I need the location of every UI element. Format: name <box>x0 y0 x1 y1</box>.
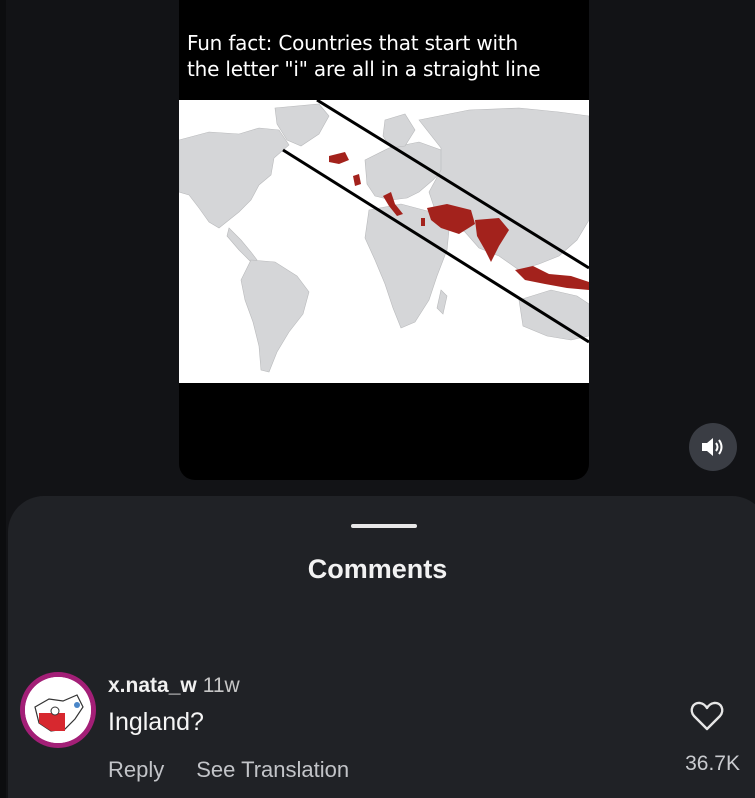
world-map-image <box>178 98 590 383</box>
comment-header: x.nata_w 11w <box>108 674 240 698</box>
comments-sheet: Comments <box>8 496 755 798</box>
avatar-image <box>25 677 91 743</box>
reply-button[interactable]: Reply <box>108 757 164 782</box>
sheet-drag-handle[interactable] <box>351 524 417 528</box>
comment-username[interactable]: x.nata_w <box>108 674 197 697</box>
video-post[interactable]: Fun fact: Countries that start with the … <box>178 0 590 480</box>
screen: Fun fact: Countries that start with the … <box>0 0 755 798</box>
speaker-icon <box>702 438 723 456</box>
comment-actions: Reply See Translation <box>108 757 381 783</box>
comments-title: Comments <box>307 554 448 584</box>
comment-text: Ingland? <box>108 708 204 736</box>
like-count: 36.7K <box>685 752 740 775</box>
comment-time: 11w <box>202 674 240 697</box>
post-caption: Fun fact: Countries that start with the … <box>187 31 541 81</box>
see-translation-button[interactable]: See Translation <box>196 757 349 782</box>
country-israel <box>421 218 425 226</box>
avatar[interactable] <box>20 672 96 748</box>
mute-button[interactable] <box>689 423 737 471</box>
world-map <box>178 98 590 383</box>
left-edge <box>0 0 6 798</box>
heart-icon[interactable] <box>690 700 724 732</box>
